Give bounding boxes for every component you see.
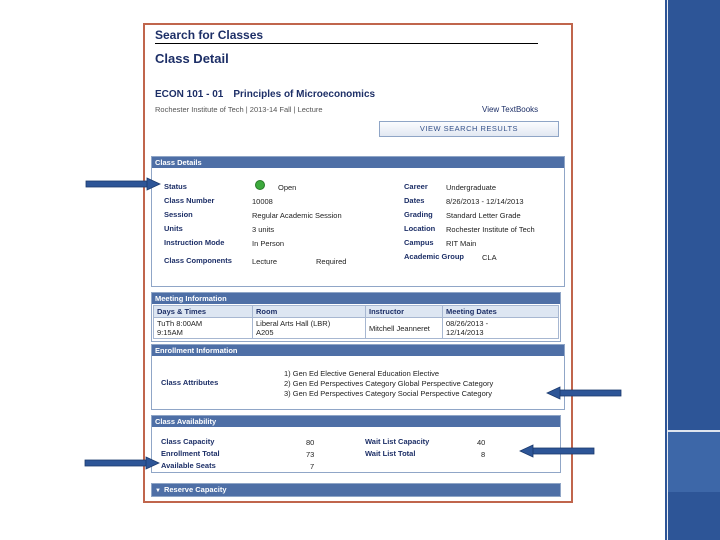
class-number-value: 10008 (252, 197, 273, 206)
meeting-table-header-row: Days & Times Room Instructor Meeting Dat… (153, 305, 559, 318)
side-bar-accent (668, 432, 720, 492)
triangle-down-icon: ▼ (155, 488, 161, 494)
class-attributes-label: Class Attributes (161, 378, 219, 387)
academic-group-value: CLA (482, 253, 497, 262)
meeting-table: Days & Times Room Instructor Meeting Dat… (153, 305, 559, 339)
room-line1: Liberal Arts Hall (LBR) (256, 319, 331, 328)
arrow-right-icon (84, 456, 160, 470)
status-open-icon (255, 180, 265, 190)
class-details-header: Class Details (152, 157, 564, 168)
title-rule (155, 43, 538, 44)
class-capacity-label: Class Capacity (161, 437, 215, 446)
course-name: Principles of Microeconomics (233, 89, 376, 100)
enrollment-information-header: Enrollment Information (152, 345, 564, 356)
career-label: Career (404, 182, 428, 191)
class-availability-panel: Class Availability Class Capacity 80 Enr… (151, 415, 561, 473)
days-times-cell: TuTh 8:00AM 9:15AM (153, 317, 253, 339)
grading-label: Grading (404, 210, 433, 219)
career-value: Undergraduate (446, 183, 497, 192)
class-attribute-3: 3) Gen Ed Perspectives Category Social P… (284, 389, 493, 398)
column-header-days-times: Days & Times (153, 305, 253, 318)
reserve-capacity-panel[interactable]: ▼ Reserve Capacity (151, 483, 561, 497)
arrow-right-icon (85, 177, 161, 191)
meeting-dates-line1: 08/26/2013 - (446, 319, 489, 328)
class-components-required: Required (316, 257, 347, 266)
enrollment-total-label: Enrollment Total (161, 449, 220, 458)
class-number-label: Class Number (164, 196, 215, 205)
grading-value: Standard Letter Grade (446, 211, 521, 220)
course-subtitle: Rochester Institute of Tech | 2013-14 Fa… (155, 105, 323, 114)
wait-list-capacity-label: Wait List Capacity (365, 437, 430, 446)
instructor-cell: Mitchell Jeanneret (365, 317, 443, 339)
instruction-mode-label: Instruction Mode (164, 238, 225, 247)
enrollment-total-value: 73 (306, 450, 315, 459)
reserve-capacity-label: Reserve Capacity (163, 485, 227, 494)
column-header-room: Room (252, 305, 366, 318)
class-details-panel: Class Details Status Open Class Number 1… (151, 156, 565, 287)
course-heading: ECON 101 - 01 Principles of Microeconomic… (155, 89, 375, 100)
arrow-left-icon (519, 444, 595, 458)
column-header-instructor: Instructor (365, 305, 443, 318)
column-header-meeting-dates: Meeting Dates (442, 305, 559, 318)
room-line2: A205 (256, 328, 274, 337)
location-label: Location (404, 224, 436, 233)
campus-value: RIT Main (446, 239, 477, 248)
class-attribute-2: 2) Gen Ed Perspectives Category Global P… (284, 379, 494, 388)
session-value: Regular Academic Session (252, 211, 342, 220)
reserve-capacity-header[interactable]: ▼ Reserve Capacity (152, 484, 560, 496)
meeting-dates-cell: 08/26/2013 -12/14/2013 (442, 317, 559, 339)
dates-value: 8/26/2013 - 12/14/2013 (446, 197, 524, 206)
class-attribute-1: 1) Gen Ed Elective General Education Ele… (284, 369, 440, 378)
status-label: Status (164, 182, 187, 191)
dates-label: Dates (404, 196, 425, 205)
arrow-left-icon (546, 386, 622, 400)
class-components-value: Lecture (252, 257, 278, 266)
view-search-results-button[interactable]: VIEW SEARCH RESULTS (379, 121, 559, 137)
meeting-dates-line2: 12/14/2013 (446, 328, 484, 337)
available-seats-value: 7 (310, 462, 315, 471)
class-components-label: Class Components (164, 256, 232, 265)
location-value: Rochester Institute of Tech (446, 225, 535, 234)
wait-list-capacity-value: 40 (477, 438, 486, 447)
page-title: Class Detail (155, 51, 229, 66)
units-value: 3 units (252, 225, 275, 234)
meeting-information-header: Meeting Information (152, 293, 560, 304)
campus-label: Campus (404, 238, 434, 247)
academic-group-label: Academic Group (404, 252, 465, 261)
available-seats-label: Available Seats (161, 461, 216, 470)
days-times-line2: 9:15AM (157, 328, 183, 337)
session-label: Session (164, 210, 193, 219)
instructor-name: Mitchell Jeanneret (369, 323, 430, 333)
instruction-mode-value: In Person (252, 239, 285, 248)
class-availability-header: Class Availability (152, 416, 560, 427)
table-row: TuTh 8:00AM 9:15AM Liberal Arts Hall (LBR… (153, 317, 559, 339)
course-code: ECON 101 - 01 (155, 89, 224, 100)
class-detail-frame: Search for Classes Class Detail ECON 101… (143, 23, 573, 503)
view-textbooks-link[interactable]: View TextBooks (482, 105, 538, 114)
wait-list-total-value: 8 (481, 450, 486, 459)
days-times-line1: TuTh 8:00AM (157, 319, 203, 328)
class-capacity-value: 80 (306, 438, 315, 447)
status-value: Open (278, 183, 297, 192)
enrollment-information-panel: Enrollment Information Class Attributes … (151, 344, 565, 410)
search-for-classes-title: Search for Classes (155, 28, 264, 42)
units-label: Units (164, 224, 183, 233)
room-cell: Liberal Arts Hall (LBR) A205 (252, 317, 366, 339)
wait-list-total-label: Wait List Total (365, 449, 416, 458)
